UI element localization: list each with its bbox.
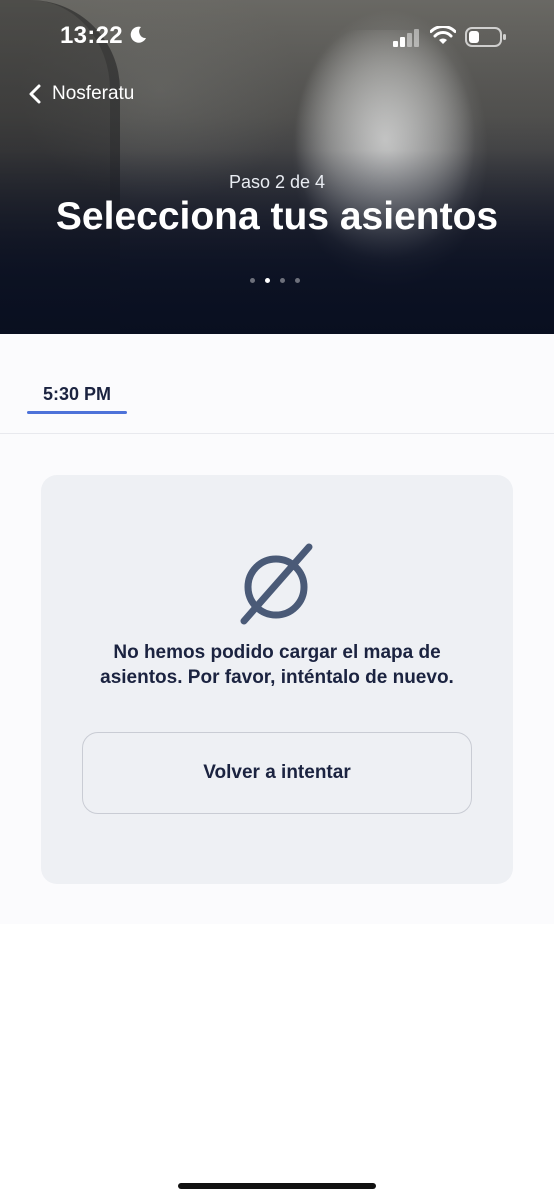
status-time: 13:22 <box>60 22 123 49</box>
showtime-tabs: 5:30 PM <box>0 334 554 434</box>
empty-set-icon <box>240 543 313 625</box>
step-indicator: Paso 2 de 4 <box>228 172 326 192</box>
pager-dots <box>250 278 300 283</box>
chevron-left-icon <box>29 84 41 104</box>
back-label: Nosferatu <box>52 83 135 104</box>
tab-underline <box>27 411 127 414</box>
signal-icon <box>393 29 419 47</box>
pager-dot <box>250 278 255 283</box>
page-title: Selecciona tus asientos <box>55 195 499 238</box>
hero-header: 13:22 Nosferatu Paso 2 de 4 Selecciona t… <box>0 0 554 334</box>
home-indicator <box>178 1183 376 1189</box>
pager-dot <box>295 278 300 283</box>
battery-icon <box>465 27 506 47</box>
status-bar: 13:22 <box>0 0 554 80</box>
wifi-icon <box>430 26 456 44</box>
content-area: 5:30 PM No hemos podido cargar el mapa d… <box>0 334 554 924</box>
retry-button[interactable]: Volver a intentar <box>82 732 472 814</box>
pager-dot <box>280 278 285 283</box>
error-message: No hemos podido cargar el mapa de asient… <box>100 642 454 688</box>
back-button[interactable]: Nosferatu <box>28 82 134 106</box>
tab-showtime-selected[interactable]: 5:30 PM <box>27 384 127 414</box>
moon-icon <box>130 26 146 43</box>
pager-dot-active <box>265 278 270 283</box>
error-card: No hemos podido cargar el mapa de asient… <box>41 475 513 884</box>
